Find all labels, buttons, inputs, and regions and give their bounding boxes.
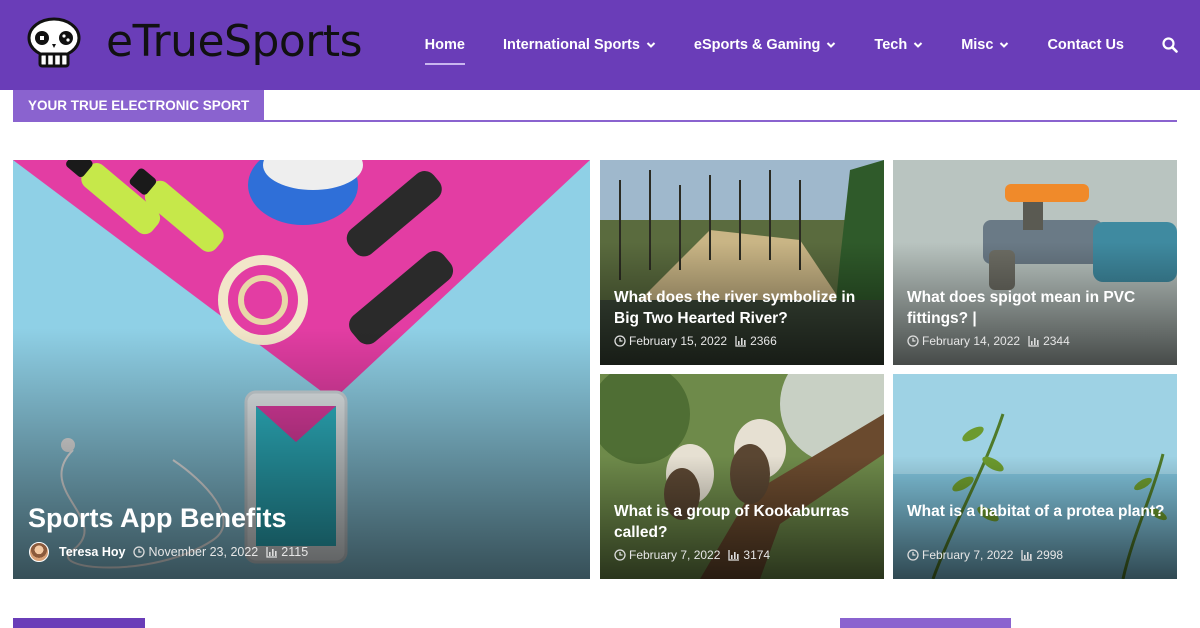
bar-chart-icon <box>266 547 278 558</box>
nav-misc-label: Misc <box>961 37 994 53</box>
nav-international-sports[interactable]: International Sports <box>503 37 656 53</box>
nav-tech[interactable]: Tech <box>874 37 923 53</box>
chevron-down-icon <box>1000 42 1009 48</box>
clock-icon <box>907 335 919 347</box>
clock-icon <box>614 549 626 561</box>
post-title[interactable]: What is a group of Kookaburras called? <box>614 501 872 543</box>
author-avatar[interactable] <box>29 542 49 562</box>
chevron-down-icon <box>913 42 923 48</box>
post-date: February 7, 2022 <box>629 548 721 562</box>
main-nav: Home International Sports eSports & Gami… <box>424 0 1178 90</box>
post-date: February 14, 2022 <box>922 334 1021 348</box>
nav-esports-gaming-label: eSports & Gaming <box>693 37 821 53</box>
tagline-bar: YOUR TRUE ELECTRONIC SPORT <box>13 90 1177 122</box>
post-date: February 15, 2022 <box>629 334 728 348</box>
featured-post-card[interactable]: Sports App Benefits Teresa Hoy November … <box>13 160 590 579</box>
post-meta: February 15, 2022 2366 <box>614 334 777 348</box>
post-card[interactable]: What does the river symbolize in Big Two… <box>600 160 884 365</box>
nav-home-label: Home <box>424 37 465 53</box>
nav-esports-gaming[interactable]: eSports & Gaming <box>694 37 837 53</box>
nav-contact-us[interactable]: Contact Us <box>1047 37 1124 53</box>
bar-chart-icon <box>735 336 747 347</box>
post-meta: February 14, 2022 2344 <box>907 334 1070 348</box>
nav-international-sports-label: International Sports <box>502 37 640 53</box>
post-card[interactable]: What is a habitat of a protea plant? Feb… <box>893 374 1177 579</box>
featured-post-meta: Teresa Hoy November 23, 2022 2115 <box>29 542 308 562</box>
bar-chart-icon <box>1028 336 1040 347</box>
clock-icon <box>614 335 626 347</box>
bar-chart-icon <box>1021 550 1033 561</box>
nav-home[interactable]: Home <box>424 37 466 65</box>
post-date: February 7, 2022 <box>922 548 1014 562</box>
post-views: 2366 <box>750 334 777 348</box>
post-views: 3174 <box>743 548 771 562</box>
post-meta: February 7, 2022 2998 <box>907 548 1063 562</box>
post-card[interactable]: What does spigot mean in PVC fittings? |… <box>893 160 1177 365</box>
bar-chart-icon <box>728 550 740 561</box>
chevron-down-icon <box>827 42 836 48</box>
post-views: 2344 <box>1043 334 1070 348</box>
tagline: YOUR TRUE ELECTRONIC SPORT <box>13 90 265 120</box>
section-header-right <box>840 618 1011 628</box>
nav-tech-label: Tech <box>874 37 908 53</box>
post-card[interactable]: What is a group of Kookaburras called? F… <box>600 374 884 579</box>
site-title[interactable]: eTrueSports <box>106 20 363 64</box>
nav-contact-us-label: Contact Us <box>1047 37 1124 53</box>
site-header: eTrueSports Home International Sports eS… <box>0 0 1200 90</box>
site-logo[interactable]: eTrueSports <box>26 16 363 68</box>
author-name[interactable]: Teresa Hoy <box>59 545 125 559</box>
nav-misc[interactable]: Misc <box>961 37 1009 53</box>
featured-post-title[interactable]: Sports App Benefits <box>28 502 578 534</box>
skull-gamepad-icon <box>27 17 81 68</box>
post-meta: February 7, 2022 3174 <box>614 548 770 562</box>
post-title[interactable]: What does spigot mean in PVC fittings? | <box>907 287 1165 329</box>
section-header-left <box>13 618 145 628</box>
post-views: 2115 <box>281 545 309 559</box>
post-views: 2998 <box>1036 548 1064 562</box>
post-date: November 23, 2022 <box>148 545 259 559</box>
chevron-down-icon <box>646 42 656 48</box>
clock-icon <box>907 549 919 561</box>
search-icon[interactable] <box>1162 37 1178 53</box>
post-title[interactable]: What does the river symbolize in Big Two… <box>614 287 872 329</box>
post-title[interactable]: What is a habitat of a protea plant? <box>907 501 1165 522</box>
clock-icon <box>133 546 146 558</box>
